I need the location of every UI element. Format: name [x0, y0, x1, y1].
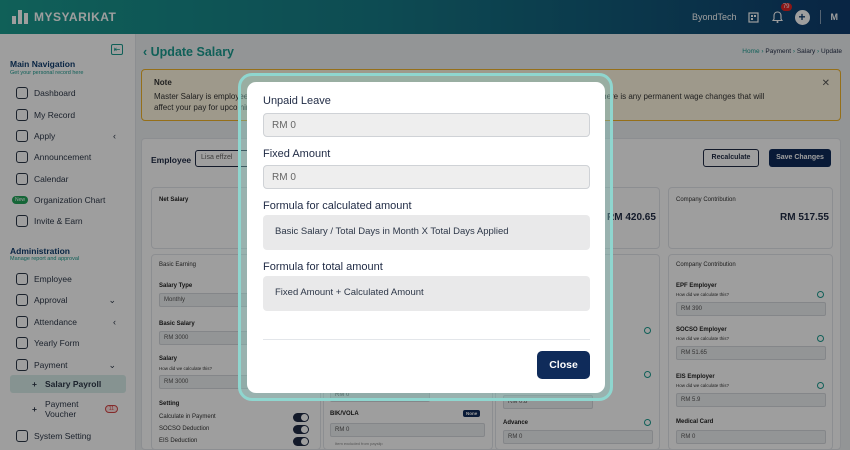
- close-button[interactable]: Close: [537, 351, 590, 379]
- unpaid-leave-input[interactable]: RM 0: [263, 113, 590, 137]
- fixed-amount-input[interactable]: RM 0: [263, 165, 590, 189]
- fixed-amount-label: Fixed Amount: [263, 148, 331, 160]
- modal-divider: [263, 339, 590, 340]
- unpaid-leave-modal: Unpaid Leave RM 0 Fixed Amount RM 0 Form…: [247, 82, 605, 393]
- formula-calculated-label: Formula for calculated amount: [263, 200, 412, 212]
- formula-total-value: Fixed Amount + Calculated Amount: [263, 276, 590, 311]
- formula-total-label: Formula for total amount: [263, 261, 383, 273]
- unpaid-leave-label: Unpaid Leave: [263, 95, 331, 107]
- formula-calculated-value: Basic Salary / Total Days in Month X Tot…: [263, 215, 590, 250]
